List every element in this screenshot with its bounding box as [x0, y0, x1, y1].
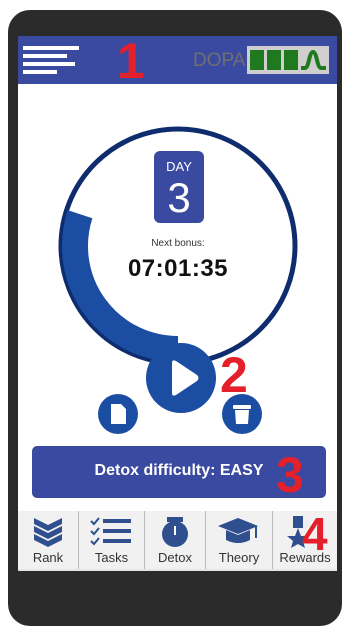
tab-rank-label: Rank	[32, 550, 64, 565]
app-screen: 1 DOPA DAY 3 Next bonus: 07:01:35 2 Deto…	[18, 36, 337, 571]
checklist-icon	[90, 517, 131, 546]
note-button[interactable]	[98, 394, 138, 434]
step-marker-2: 2	[220, 347, 248, 403]
tab-theory-label: Theory	[218, 550, 260, 565]
menu-icon[interactable]	[23, 46, 79, 74]
brand-name: DOPA	[193, 50, 246, 71]
countdown-timer: 07:01:35	[127, 255, 229, 282]
tab-rank[interactable]: Rank	[18, 511, 79, 569]
tab-tasks-label: Tasks	[94, 550, 129, 565]
trash-button[interactable]	[222, 394, 262, 434]
trash-icon	[233, 405, 251, 424]
day-number: 3	[167, 174, 191, 221]
tab-tasks[interactable]: Tasks	[79, 511, 145, 569]
next-bonus-label: Next bonus:	[151, 238, 205, 249]
detox-icon	[162, 517, 188, 547]
step-marker-4: 4	[302, 508, 328, 560]
app-header: 1 DOPA	[18, 33, 337, 89]
rank-chevrons-icon	[34, 518, 62, 547]
tab-detox-label: Detox	[158, 550, 192, 565]
bottom-tab-bar: Rank Tasks Detox Theory Rewards 4	[18, 511, 337, 571]
logo-icon	[247, 46, 329, 74]
day-label: DAY	[166, 159, 192, 174]
tab-detox[interactable]: Detox	[145, 511, 206, 569]
day-counter-card: DAY 3	[154, 151, 204, 223]
play-icon	[172, 360, 199, 396]
graduation-cap-icon	[218, 518, 258, 543]
step-marker-3: 3	[276, 447, 304, 503]
tab-theory[interactable]: Theory	[206, 511, 273, 569]
step-marker-1: 1	[117, 33, 145, 89]
document-icon	[111, 404, 126, 424]
play-button[interactable]	[146, 343, 216, 413]
